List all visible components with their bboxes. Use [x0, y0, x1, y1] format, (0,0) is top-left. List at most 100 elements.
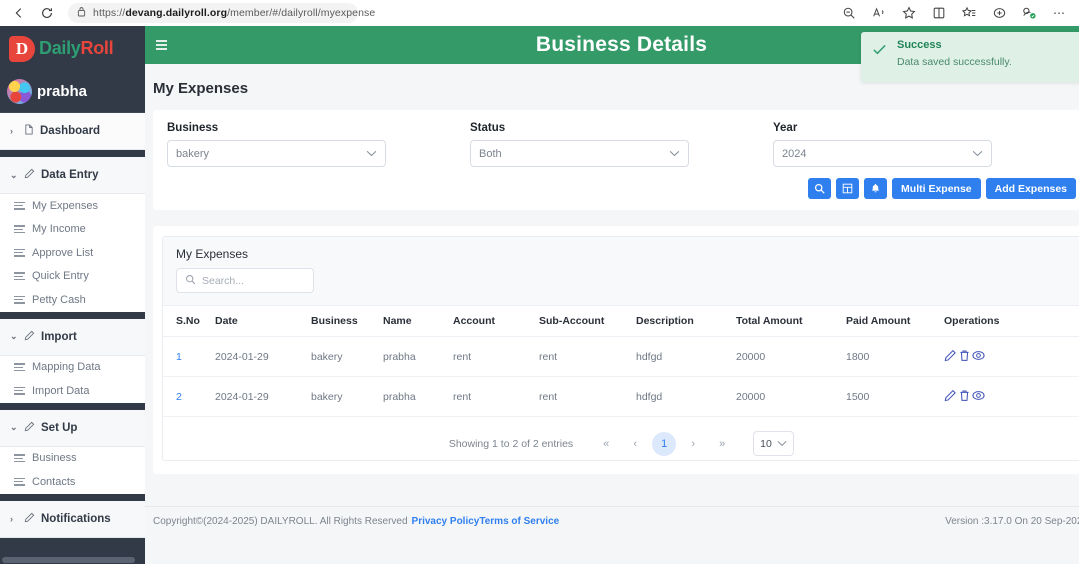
year-select-value: 2024 — [782, 147, 807, 160]
cell-name: prabha — [383, 376, 453, 417]
column-header-business[interactable]: Business — [311, 305, 383, 337]
sidebar-item-my-income[interactable]: My Income — [0, 218, 145, 242]
column-header-description[interactable]: Description — [636, 305, 736, 337]
cell-sno[interactable]: 2 — [163, 376, 215, 417]
delete-icon[interactable] — [958, 349, 971, 364]
favorite-star-icon[interactable] — [895, 2, 923, 24]
hamburger-menu-icon[interactable] — [145, 39, 179, 51]
view-icon[interactable] — [972, 349, 985, 364]
browser-essentials-icon[interactable] — [985, 2, 1013, 24]
success-toast: Success Data saved successfully. ✕ — [861, 32, 1079, 82]
browser-toolbar: https://devang.dailyroll.org/member/#/da… — [0, 0, 1079, 26]
terms-of-service-link[interactable]: Terms of Service — [479, 516, 559, 527]
brand-logo[interactable]: D DailyRoll — [0, 26, 145, 71]
pagination: Showing 1 to 2 of 2 entries « ‹ 1 › » 10 — [163, 417, 1079, 460]
grid-view-button[interactable] — [836, 178, 860, 199]
sidebar-item-label: Business — [32, 452, 77, 465]
sidebar-group-dashboard[interactable]: › Dashboard — [0, 113, 145, 150]
sidebar-group-data-entry[interactable]: ⌄ Data Entry — [0, 157, 145, 194]
sidebar-divider — [0, 311, 145, 319]
panel-title: My Expenses — [176, 247, 249, 261]
user-profile[interactable]: prabha — [0, 71, 145, 113]
business-select[interactable]: bakery — [167, 140, 386, 167]
add-expenses-button[interactable]: Add Expenses — [985, 178, 1076, 199]
sidebar-group-label: Set Up — [41, 421, 78, 434]
page-icon — [24, 124, 34, 138]
column-header-name[interactable]: Name — [383, 305, 453, 337]
sidebar-item-business[interactable]: Business — [0, 447, 145, 471]
status-select[interactable]: Both — [470, 140, 689, 167]
sidebar-item-approve-list[interactable]: Approve List — [0, 241, 145, 265]
sidebar-item-import-data[interactable]: Import Data — [0, 379, 145, 403]
sidebar-group-label: Notifications — [41, 512, 111, 525]
pagination-next-button[interactable]: › — [681, 432, 705, 456]
cell-business: bakery — [311, 376, 383, 417]
column-header-sub-account[interactable]: Sub-Account — [539, 305, 636, 337]
pencil-icon — [24, 512, 35, 526]
sidebar-sublist-set-up: Business Contacts — [0, 446, 145, 494]
search-button[interactable] — [808, 178, 832, 199]
sidebar-group-label: Import — [41, 330, 77, 343]
chevron-down-icon — [972, 149, 983, 159]
chevron-down-icon — [777, 439, 787, 449]
back-button[interactable] — [6, 2, 32, 24]
year-select[interactable]: 2024 — [773, 140, 992, 167]
column-header-total-amount[interactable]: Total Amount — [736, 305, 846, 337]
notification-bell-button[interactable] — [864, 178, 888, 199]
table-search-box[interactable]: Search... — [176, 268, 314, 293]
sidebar-divider — [0, 402, 145, 410]
cell-date: 2024-01-29 — [215, 376, 311, 417]
multi-expense-button[interactable]: Multi Expense — [892, 178, 981, 199]
sidebar-item-quick-entry[interactable]: Quick Entry — [0, 265, 145, 289]
sidebar-nav: › Dashboard ⌄ Data Entry My Expenses My … — [0, 113, 145, 564]
list-icon — [14, 272, 25, 281]
table-row[interactable]: 1 2024-01-29 bakery prabha rent rent hdf… — [163, 336, 1079, 377]
edit-icon[interactable] — [944, 389, 957, 404]
sidebar-item-label: Approve List — [32, 246, 94, 259]
search-icon — [185, 272, 196, 290]
privacy-policy-link[interactable]: Privacy Policy — [412, 516, 480, 527]
column-header-account[interactable]: Account — [453, 305, 539, 337]
list-icon — [14, 248, 25, 257]
filter-year: Year 2024 — [773, 122, 1076, 167]
sidebar-item-petty-cash[interactable]: Petty Cash — [0, 288, 145, 312]
edit-icon[interactable] — [944, 349, 957, 364]
panel-header: My Expenses Search... — [163, 237, 1079, 305]
table-row[interactable]: 2 2024-01-29 bakery prabha rent rent hdf… — [163, 376, 1079, 417]
view-icon[interactable] — [972, 389, 985, 404]
sidebar-group-set-up[interactable]: ⌄ Set Up — [0, 409, 145, 447]
sidebar-item-contacts[interactable]: Contacts — [0, 470, 145, 494]
split-screen-icon[interactable] — [925, 2, 953, 24]
delete-icon[interactable] — [958, 389, 971, 404]
column-header-date[interactable]: Date — [215, 305, 311, 337]
table-body: 1 2024-01-29 bakery prabha rent rent hdf… — [163, 336, 1079, 417]
sidebar-item-my-expenses[interactable]: My Expenses — [0, 194, 145, 218]
pagination-last-button[interactable]: » — [710, 432, 734, 456]
zoom-out-icon[interactable] — [835, 2, 863, 24]
column-header-operations[interactable]: Operations — [944, 305, 1079, 337]
sidebar-group-import[interactable]: ⌄ Import — [0, 318, 145, 356]
cell-sub-account: rent — [539, 336, 636, 377]
pagination-first-button[interactable]: « — [594, 432, 618, 456]
main-content: Business Details Success Data saved succ… — [145, 26, 1079, 564]
sidebar-item-label: Mapping Data — [32, 361, 101, 374]
pagination-page-1[interactable]: 1 — [652, 431, 677, 456]
profile-icon[interactable] — [1015, 2, 1043, 24]
filter-business: Business bakery — [167, 122, 470, 167]
lock-icon — [77, 4, 86, 22]
read-aloud-icon[interactable] — [865, 2, 893, 24]
page-size-select[interactable]: 10 — [753, 431, 795, 456]
reload-button[interactable] — [34, 2, 60, 24]
sidebar-item-mapping-data[interactable]: Mapping Data — [0, 356, 145, 380]
footer-copyright: Copyright©(2024-2025) DAILYROLL. All Rig… — [153, 516, 408, 527]
cell-sno[interactable]: 1 — [163, 336, 215, 377]
address-bar[interactable]: https://devang.dailyroll.org/member/#/da… — [68, 3, 375, 23]
column-header-sno[interactable]: S.No — [163, 305, 215, 337]
sidebar-group-notifications[interactable]: › Notifications — [0, 500, 145, 538]
column-header-paid-amount[interactable]: Paid Amount — [846, 305, 944, 337]
browser-settings-icon[interactable]: ⋯ — [1045, 2, 1073, 24]
pagination-prev-button[interactable]: ‹ — [623, 432, 647, 456]
collections-icon[interactable] — [955, 2, 983, 24]
sidebar-horizontal-scrollbar[interactable] — [0, 556, 145, 564]
cell-total-amount: 20000 — [736, 336, 846, 377]
